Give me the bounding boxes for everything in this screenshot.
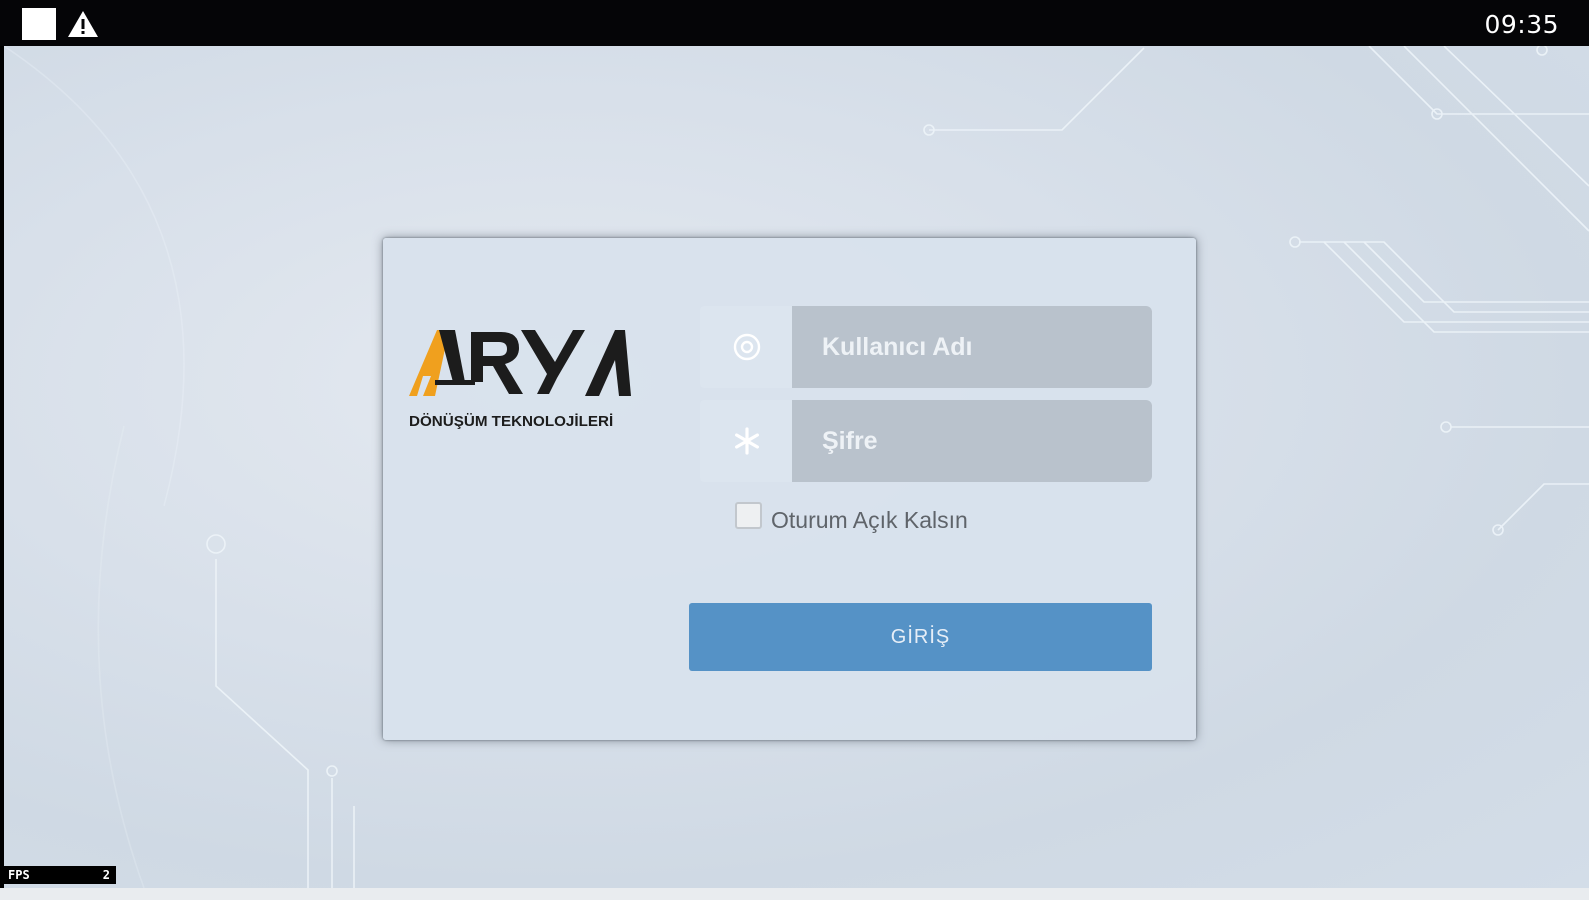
login-button[interactable]: GİRİŞ	[689, 603, 1152, 671]
fps-overlay: FPS 2	[4, 866, 116, 884]
remember-checkbox[interactable]	[735, 502, 762, 529]
password-icon-box	[700, 400, 792, 482]
username-icon-box	[700, 306, 792, 388]
at-icon	[733, 333, 761, 361]
logo-tagline: DÖNÜŞÜM TEKNOLOJİLERİ	[409, 413, 613, 430]
stop-square-icon	[22, 8, 56, 40]
username-input[interactable]	[792, 306, 1152, 388]
password-field	[700, 400, 1152, 482]
username-field	[700, 306, 1152, 388]
status-bar: 09:35	[0, 0, 1589, 46]
asterisk-icon	[734, 427, 759, 455]
warning-icon	[68, 11, 98, 37]
arya-logo: DÖNÜŞÜM TEKNOLOJİLERİ	[409, 330, 631, 430]
remember-label[interactable]: Oturum Açık Kalsın	[771, 507, 968, 534]
fps-label: FPS	[8, 868, 30, 882]
status-clock: 09:35	[1484, 10, 1559, 39]
bottom-strip	[0, 888, 1589, 900]
password-input[interactable]	[792, 400, 1152, 482]
login-card: DÖNÜŞÜM TEKNOLOJİLERİ Oturum Açık Kalsın	[383, 238, 1196, 740]
fps-value: 2	[102, 868, 110, 882]
